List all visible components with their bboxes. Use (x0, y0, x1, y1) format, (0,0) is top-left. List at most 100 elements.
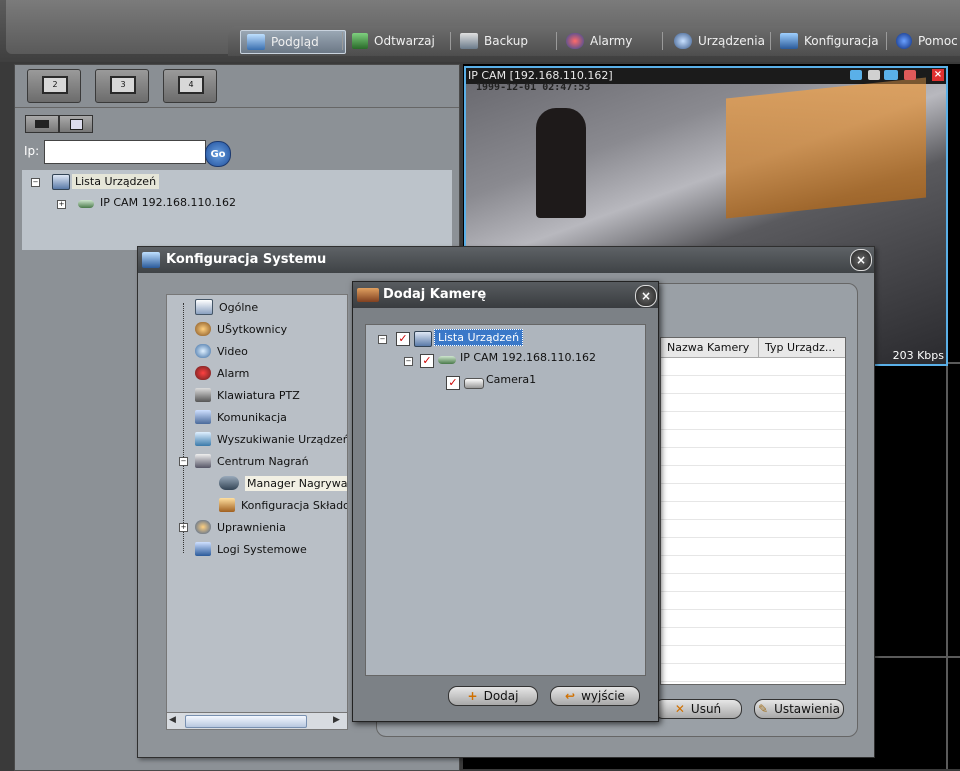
menu-podglad[interactable]: Podgląd (240, 30, 346, 54)
layout-2-button[interactable]: 2 (27, 69, 81, 103)
tree-item-manager-nagrywania[interactable]: Manager Nagrywania (219, 474, 347, 492)
users-icon (195, 322, 211, 336)
camera-icon (35, 120, 49, 128)
tree-item-label: Centrum Nagrań (217, 454, 309, 468)
camera-label[interactable]: Camera1 (486, 373, 536, 386)
menu-label: Urządzenia (698, 34, 765, 48)
main-menu: Podgląd Odtwarzaj Backup Alarmy Urządzen… (228, 26, 960, 56)
table-rows (661, 358, 845, 684)
menu-konfiguracja[interactable]: Konfiguracja (774, 30, 885, 52)
camera-image-shelf (726, 77, 926, 219)
tree-item-wyszukiwanie[interactable]: Wyszukiwanie Urządzeń (195, 430, 347, 448)
device-label[interactable]: IP CAM 192.168.110.162 (460, 351, 596, 364)
scroll-left-icon[interactable]: ◀ (169, 715, 176, 725)
scroll-thumb[interactable] (185, 715, 307, 728)
camera-icon (464, 378, 484, 389)
menu-urzadzenia[interactable]: Urządzenia (668, 30, 771, 52)
monitor-icon (247, 34, 265, 50)
root-label[interactable]: Lista Urządzeń (434, 329, 524, 346)
tree-root-label[interactable]: Lista Urządzeń (72, 174, 160, 189)
collapse-icon[interactable]: − (179, 457, 188, 466)
menu-alarmy[interactable]: Alarmy (560, 30, 638, 52)
collapse-icon[interactable]: − (31, 178, 40, 187)
column-typ-urzadzenia[interactable]: Typ Urządz... (759, 338, 845, 358)
screen-tab[interactable] (59, 115, 93, 133)
tree-item-ogolne[interactable]: Ogólne (195, 298, 258, 316)
add-camera-dialog: Dodaj Kamerę × − ✓ Lista Urządzeń − ✓ IP… (352, 281, 659, 722)
tree-item-label: Ogólne (219, 300, 259, 314)
menu-label: Backup (484, 34, 528, 48)
menu-odtwarzaj[interactable]: Odtwarzaj (346, 30, 441, 52)
dodaj-button[interactable]: + Dodaj (448, 686, 538, 706)
camera-checkbox[interactable]: ✓ (446, 376, 460, 390)
storage-config-icon (219, 498, 235, 512)
tree-item-video[interactable]: Video (195, 342, 248, 360)
recording-manager-icon (219, 476, 239, 490)
tree-item-label: Alarm (217, 366, 250, 380)
ip-input[interactable] (44, 140, 206, 164)
tree-item-uzytkownicy[interactable]: UŜytkownicy (195, 320, 287, 338)
add-camera-close-button[interactable]: × (635, 285, 657, 307)
root-checkbox[interactable]: ✓ (396, 332, 410, 346)
menu-separator (342, 32, 343, 50)
menu-backup[interactable]: Backup (454, 30, 534, 52)
grid-divider (946, 362, 948, 769)
collapse-icon[interactable]: − (404, 357, 413, 366)
device-tree: − Lista Urządzeń + IP CAM 192.168.110.16… (22, 170, 452, 250)
exit-icon: ↩ (565, 689, 576, 703)
go-button[interactable]: Go (205, 141, 231, 167)
menu-separator (662, 32, 663, 50)
tree-line (183, 303, 185, 553)
audio-icon[interactable] (904, 70, 916, 80)
collapse-icon[interactable]: − (378, 335, 387, 344)
column-nazwa-kamery[interactable]: Nazwa Kamery (661, 338, 759, 358)
menu-separator (556, 32, 557, 50)
tree-item-label: Konfiguracja Składow (241, 498, 348, 512)
layout-3-icon: 3 (110, 76, 136, 94)
record-icon[interactable] (868, 70, 880, 80)
expand-icon[interactable]: + (179, 523, 188, 532)
menu-separator (450, 32, 451, 50)
wyjscie-button[interactable]: ↩ wyjście (550, 686, 640, 706)
layout-4-button[interactable]: 4 (163, 69, 217, 103)
network-icon (195, 410, 211, 424)
config-window-icon (142, 252, 160, 268)
device-checkbox[interactable]: ✓ (420, 354, 434, 368)
tree-item-label: Manager Nagrywania (245, 475, 347, 491)
config-tree: Ogólne UŜytkownicy Video Alarm Klawiatur… (166, 294, 348, 714)
tree-item-label: Uprawnienia (217, 520, 286, 534)
alarm-icon (566, 33, 584, 49)
snapshot-icon[interactable] (850, 70, 862, 80)
config-tree-scrollbar[interactable]: ◀ ▶ (166, 712, 348, 730)
tree-item-centrum-nagran[interactable]: Centrum Nagrań (195, 452, 309, 470)
scroll-right-icon[interactable]: ▶ (333, 715, 340, 725)
menu-separator (886, 32, 887, 50)
expand-icon[interactable]: + (57, 200, 66, 209)
talk-icon[interactable] (884, 70, 898, 80)
settings-icon: ✎ (758, 702, 769, 716)
camera-tab[interactable] (25, 115, 59, 133)
camera-table: Nazwa Kamery Typ Urządz... (660, 337, 846, 685)
camera-bitrate: 203 Kbps (892, 349, 944, 362)
tree-item-komunikacja[interactable]: Komunikacja (195, 408, 287, 426)
layout-4-icon: 4 (178, 76, 204, 94)
camera-image-person (536, 108, 586, 218)
tree-item-klawiatura-ptz[interactable]: Klawiatura PTZ (195, 386, 300, 404)
close-icon[interactable]: × (932, 69, 944, 81)
backup-icon (460, 33, 478, 49)
tree-item-label: Klawiatura PTZ (217, 388, 300, 402)
tree-device-label[interactable]: IP CAM 192.168.110.162 (100, 196, 236, 209)
tree-item-alarm[interactable]: Alarm (195, 364, 249, 382)
config-close-button[interactable]: × (850, 249, 872, 271)
menu-label: Pomoc (918, 34, 958, 48)
ustawienia-button[interactable]: ✎ Ustawienia (754, 699, 844, 719)
usun-button[interactable]: ✕ Usuń (654, 699, 742, 719)
film-icon (352, 33, 368, 49)
tree-item-uprawnienia[interactable]: Uprawnienia (195, 518, 286, 536)
layout-3-button[interactable]: 3 (95, 69, 149, 103)
menu-label: Konfiguracja (804, 34, 879, 48)
tree-item-logi-systemowe[interactable]: Logi Systemowe (195, 540, 307, 558)
tree-item-konfiguracja-skladow[interactable]: Konfiguracja Składow (219, 496, 348, 514)
permissions-icon (195, 520, 211, 534)
menu-pomoc[interactable]: Pomoc (890, 30, 960, 52)
